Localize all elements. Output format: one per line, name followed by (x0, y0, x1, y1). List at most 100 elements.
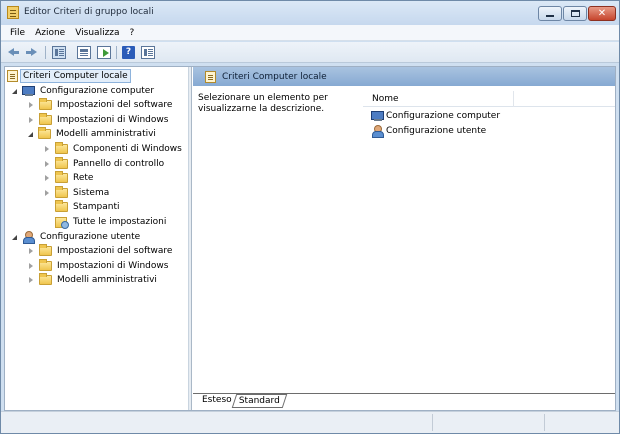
maximize-button[interactable] (563, 6, 587, 21)
close-icon: ✕ (597, 7, 607, 19)
menu-help[interactable]: ? (125, 28, 140, 38)
status-bar (1, 411, 619, 433)
folder-icon (39, 259, 52, 271)
computer-icon (22, 85, 35, 97)
expand-arrow-icon[interactable] (29, 263, 33, 269)
content-area: Criteri Computer locale Configurazione c… (4, 66, 616, 411)
expand-arrow-icon[interactable] (45, 161, 49, 167)
menu-azione[interactable]: Azione (30, 28, 70, 38)
folder-icon (55, 171, 68, 183)
tree-label: Impostazioni del software (57, 246, 173, 256)
menu-bar: File Azione Visualizza ? (1, 25, 619, 41)
folder-icon (55, 186, 68, 198)
folder-icon (38, 127, 51, 139)
window-title: Editor Criteri di gruppo locali (24, 7, 154, 17)
column-header-nome[interactable]: Nome (363, 91, 514, 107)
console-tree[interactable]: Criteri Computer locale Configurazione c… (5, 67, 189, 410)
toolbar-separator (45, 46, 46, 59)
back-arrow-icon[interactable] (7, 46, 20, 59)
expand-arrow-icon[interactable] (45, 190, 49, 196)
description-text: Selezionare un elemento per visualizzarn… (198, 93, 328, 114)
folder-icon (55, 200, 68, 212)
folder-icon (39, 98, 52, 110)
tree-label: Impostazioni di Windows (57, 115, 169, 125)
expand-arrow-icon[interactable] (29, 248, 33, 254)
tree-label: Modelli amministrativi (56, 129, 156, 139)
menu-visualizza[interactable]: Visualizza (70, 28, 124, 38)
properties-icon[interactable] (77, 46, 91, 59)
tree-label: Configurazione computer (40, 86, 155, 96)
collapse-arrow-icon[interactable] (28, 131, 33, 137)
list-item-user-config[interactable]: Configurazione utente (371, 124, 486, 138)
user-icon (22, 231, 35, 244)
tree-item-all-settings[interactable]: Tutte le impostazioni (55, 215, 169, 229)
pane-splitter[interactable] (189, 67, 192, 410)
menu-file[interactable]: File (5, 28, 30, 38)
tree-item-network[interactable]: Rete (45, 171, 96, 185)
toolbar-separator (116, 46, 117, 59)
show-hide-console-tree-icon[interactable] (52, 46, 66, 59)
tree-item-user-windows[interactable]: Impostazioni di Windows (29, 259, 171, 273)
export-list-icon[interactable] (97, 46, 111, 59)
tree-label: Configurazione utente (40, 232, 141, 242)
folder-icon (39, 273, 52, 285)
details-pane: Criteri Computer locale Selezionare un e… (193, 67, 615, 410)
collapse-arrow-icon[interactable] (12, 234, 17, 240)
expand-arrow-icon[interactable] (45, 175, 49, 181)
tree-label: Componenti di Windows (73, 144, 182, 154)
computer-icon (371, 110, 384, 122)
tree-item-control-panel[interactable]: Pannello di controllo (45, 157, 167, 171)
minimize-icon (546, 15, 554, 17)
tree-item-system[interactable]: Sistema (45, 186, 112, 200)
minimize-button[interactable] (538, 6, 562, 21)
details-header-title: Criteri Computer locale (222, 71, 327, 82)
collapse-arrow-icon[interactable] (12, 88, 17, 94)
tree-item-computer-config[interactable]: Configurazione computer (12, 84, 157, 98)
list-item-label: Configurazione utente (386, 126, 487, 136)
tree-item-computer-software[interactable]: Impostazioni del software (29, 98, 175, 112)
forward-arrow-icon[interactable] (25, 46, 38, 59)
tree-item-windows-components[interactable]: Componenti di Windows (45, 142, 185, 156)
tree-label: Pannello di controllo (73, 159, 165, 169)
window: Editor Criteri di gruppo locali ✕ File A… (0, 0, 620, 434)
expand-arrow-icon[interactable] (29, 117, 33, 123)
folder-icon (39, 113, 52, 125)
list-item-label: Configurazione computer (386, 111, 501, 121)
expand-arrow-icon[interactable] (45, 146, 49, 152)
tree-label: Sistema (73, 188, 110, 198)
maximize-icon (570, 10, 580, 17)
expand-arrow-icon[interactable] (29, 277, 33, 283)
tree-label: Impostazioni del software (57, 100, 173, 110)
status-separator (432, 414, 433, 431)
expand-arrow-icon[interactable] (29, 102, 33, 108)
status-separator (544, 414, 545, 431)
tree-item-computer-admin[interactable]: Modelli amministrativi (28, 127, 159, 141)
tab-esteso[interactable]: Esteso (199, 394, 235, 408)
close-button[interactable]: ✕ (588, 6, 616, 21)
tree-item-computer-windows[interactable]: Impostazioni di Windows (29, 113, 171, 127)
policy-document-icon (205, 70, 216, 83)
policy-editor-icon (7, 6, 19, 19)
folder-icon (55, 142, 68, 154)
details-header: Criteri Computer locale (193, 67, 615, 86)
tree-label: Tutte le impostazioni (73, 217, 167, 227)
help-icon[interactable]: ? (122, 46, 135, 59)
tree-item-user-software[interactable]: Impostazioni del software (29, 244, 175, 258)
title-bar[interactable]: Editor Criteri di gruppo locali ✕ (1, 1, 619, 25)
tree-label: Impostazioni di Windows (57, 261, 169, 271)
tree-item-user-config[interactable]: Configurazione utente (12, 230, 143, 244)
extended-view-icon[interactable] (141, 46, 155, 59)
tab-standard[interactable]: Standard (231, 394, 288, 408)
list-item-computer-config[interactable]: Configurazione computer (371, 109, 500, 123)
tree-label: Stampanti (73, 202, 120, 212)
list-column-header: Nome (363, 91, 615, 107)
tree-item-root[interactable]: Criteri Computer locale (7, 69, 131, 83)
user-icon (371, 125, 384, 138)
tree-item-printers[interactable]: Stampanti (55, 200, 123, 214)
tree-label: Modelli amministrativi (57, 275, 157, 285)
folder-icon (55, 157, 68, 169)
tree-label: Rete (73, 173, 94, 183)
tree-label: Criteri Computer locale (20, 69, 131, 83)
tree-item-user-admin[interactable]: Modelli amministrativi (29, 273, 160, 287)
all-settings-icon (55, 216, 69, 229)
